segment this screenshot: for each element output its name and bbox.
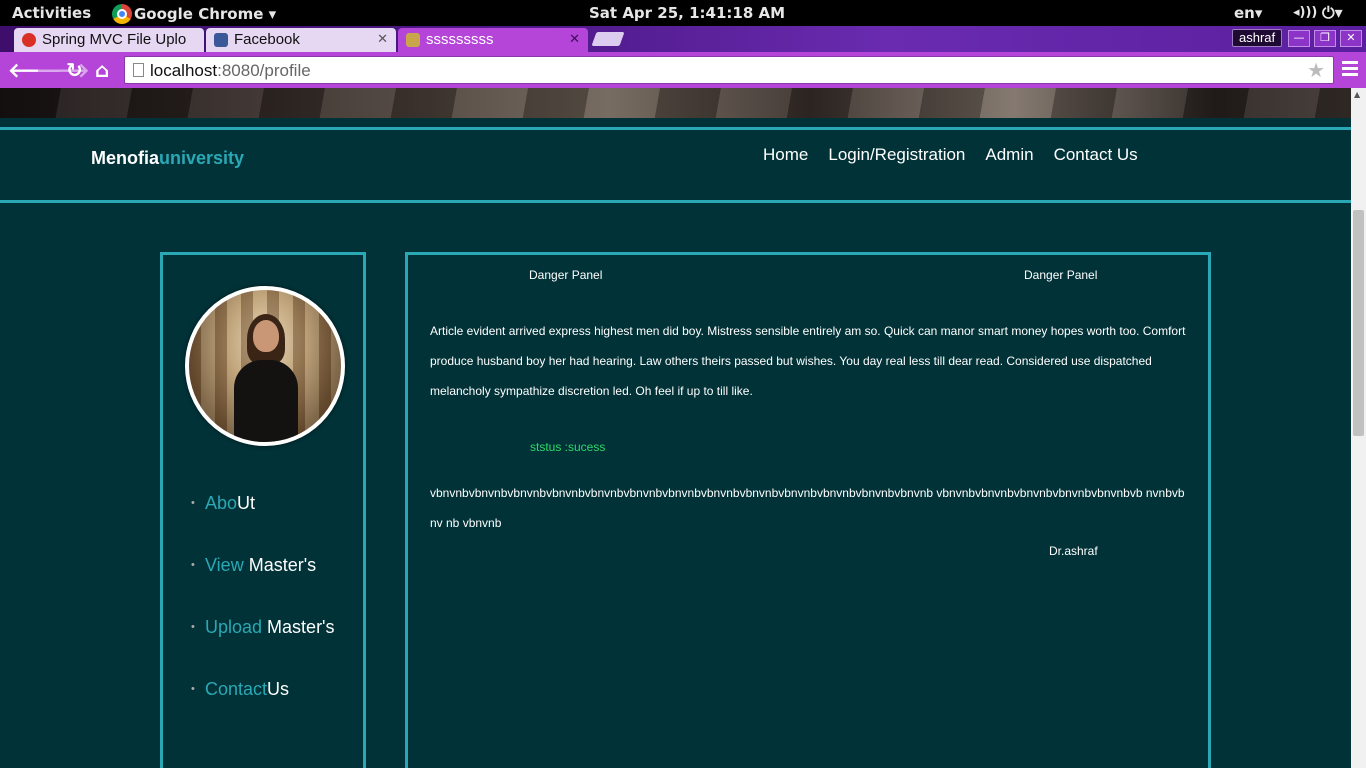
article-text: Article evident arrived express highest … (430, 324, 1186, 398)
facebook-favicon-icon (214, 33, 228, 47)
volume-icon[interactable]: ◂))) (1293, 5, 1317, 20)
activities-button[interactable]: Activities (12, 4, 91, 22)
nav-home[interactable]: Home (763, 145, 808, 165)
system-top-bar: Activities Google Chrome ▾ Sat Apr 25, 1… (0, 0, 1366, 26)
tab-label: sssssssss (426, 31, 494, 48)
panel-title-right: Danger Panel (1024, 268, 1098, 282)
nav-admin[interactable]: Admin (985, 145, 1033, 165)
panel-title-left: Danger Panel (529, 268, 603, 282)
app-menu[interactable]: Google Chrome ▾ (112, 4, 276, 24)
thesis-text: vbnvnbvbnvnbvbnvnbvbnvnbvbnvnbvbnvnbvbnv… (430, 486, 1185, 530)
reload-icon[interactable]: ↻ (66, 58, 83, 82)
close-window-icon[interactable]: ✕ (1340, 30, 1362, 47)
nav-contact-us[interactable]: Contact Us (1054, 145, 1138, 165)
tab-close-icon[interactable]: ✕ (377, 31, 388, 47)
signature-text: Dr.ashraf (1049, 544, 1098, 558)
bookmark-star-icon[interactable]: ★ (1307, 58, 1325, 82)
content-panel: Danger Panel Danger Panel Article eviden… (405, 252, 1211, 768)
page-viewport: Menofiauniversity Home Login/Registratio… (0, 88, 1351, 768)
tab-close-icon[interactable]: ✕ (569, 31, 580, 47)
app-menu-label: Google Chrome ▾ (134, 5, 277, 23)
sidebar-menu: AboUt View Master's Upload Master's Cont… (191, 493, 335, 741)
browser-toolbar: 🡐 🡒 ↻ ⌂ localhost:8080/profile ★ (0, 52, 1366, 88)
sidebar-item-view-masters[interactable]: View Master's (191, 555, 335, 617)
tab-strip: Spring MVC File Uplo Facebook ✕ ssssssss… (0, 26, 1366, 52)
site-brand[interactable]: Menofiauniversity (91, 148, 244, 169)
tab-facebook[interactable]: Facebook ✕ (206, 28, 396, 52)
page-scrollbar[interactable]: ▲ (1351, 88, 1366, 768)
language-indicator[interactable]: en▾ (1234, 4, 1262, 22)
page-icon (133, 63, 144, 77)
home-icon[interactable]: ⌂ (95, 58, 109, 82)
main-nav: Home Login/Registration Admin Contact Us (763, 145, 1138, 165)
minimize-icon[interactable]: — (1288, 30, 1310, 47)
chrome-icon (112, 4, 132, 24)
brand-main: Menofia (91, 148, 160, 168)
brand-accent: university (159, 148, 245, 168)
nav-login-registration[interactable]: Login/Registration (828, 145, 965, 165)
maximize-icon[interactable]: ❐ (1314, 30, 1336, 47)
address-bar[interactable]: localhost:8080/profile ★ (124, 56, 1334, 84)
sidebar-item-upload-masters[interactable]: Upload Master's (191, 617, 335, 679)
scrollbar-thumb[interactable] (1353, 210, 1364, 436)
profile-sidebar: AboUt View Master's Upload Master's Cont… (160, 252, 366, 768)
profile-badge[interactable]: ashraf (1232, 29, 1283, 47)
sidebar-item-contact[interactable]: ContactUs (191, 679, 335, 741)
tab-active[interactable]: sssssssss ✕ (398, 28, 588, 52)
chrome-menu-icon[interactable] (1342, 61, 1358, 79)
scroll-up-icon[interactable]: ▲ (1354, 90, 1360, 99)
power-icon[interactable]: ⏻▾ (1322, 3, 1343, 23)
tab-label: Facebook (234, 31, 300, 48)
hero-image (0, 88, 1351, 118)
page-favicon-icon (406, 33, 420, 47)
sidebar-item-about[interactable]: AboUt (191, 493, 335, 555)
spring-favicon-icon (22, 33, 36, 47)
site-header: Menofiauniversity Home Login/Registratio… (0, 127, 1351, 203)
new-tab-button[interactable] (591, 32, 625, 46)
profile-avatar (185, 286, 345, 446)
tab-label: Spring MVC File Uplo (42, 31, 187, 48)
tab-spring-mvc[interactable]: Spring MVC File Uplo (14, 28, 204, 52)
status-text: ststus :sucess (530, 440, 606, 454)
url-text[interactable]: localhost:8080/profile (150, 61, 311, 81)
clock[interactable]: Sat Apr 25, 1:41:18 AM (589, 4, 785, 22)
